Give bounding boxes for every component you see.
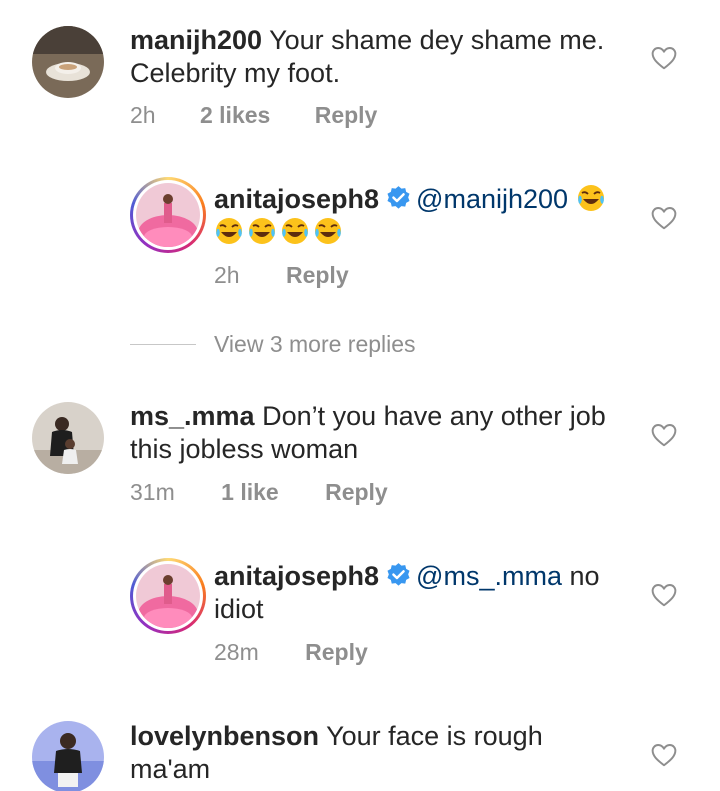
reply-button[interactable]: Reply [286,261,349,289]
timestamp: 2h [214,262,240,288]
comment-meta: 31m 1 like Reply [130,478,388,506]
story-ring-avatar[interactable] [130,558,206,634]
likes-count[interactable]: 2 likes [200,101,270,129]
view-more-replies[interactable]: View 3 more replies [130,330,416,358]
username[interactable]: manijh200 [130,25,262,55]
likes-count[interactable]: 1 like [221,478,279,506]
username[interactable]: anitajoseph8 [214,184,379,214]
like-heart-icon[interactable] [651,423,677,447]
comment-text: lovelynbenson Your face is rough ma'am [130,720,650,786]
view-more-replies-label[interactable]: View 3 more replies [214,331,416,358]
comment-text: anitajoseph8 @manijh200 [214,183,634,249]
comment-text: anitajoseph8 @ms_.mma no idiot [214,560,634,626]
timestamp: 2h [130,102,156,128]
mention-link[interactable]: @ms_.mma [416,561,562,591]
divider [130,343,196,345]
avatar[interactable] [32,402,104,474]
avatar[interactable] [32,721,104,791]
username[interactable]: lovelynbenson [130,721,319,751]
reply-button[interactable]: Reply [315,101,378,129]
reply-button[interactable]: Reply [325,478,388,506]
comment-body-line2: this jobless woman [130,434,359,464]
comment-text: ms_.mma Don’t you have any other job thi… [130,400,650,466]
like-heart-icon[interactable] [651,46,677,70]
comment-text: manijh200 Your shame dey shame me. Celeb… [130,24,650,90]
avatar[interactable] [32,26,104,98]
face-with-tears-of-joy-icon [214,216,244,246]
like-heart-icon[interactable] [651,743,677,767]
comment-meta: 28m Reply [214,638,368,666]
face-with-tears-of-joy-icon [247,216,277,246]
comment-meta: 2h 2 likes Reply [130,101,377,129]
face-with-tears-of-joy-icon [280,216,310,246]
face-with-tears-of-joy-icon [313,216,343,246]
story-ring-avatar[interactable] [130,177,206,253]
reply-button[interactable]: Reply [305,638,368,666]
comment-body-line1: Your face is rough [326,721,543,751]
like-heart-icon[interactable] [651,583,677,607]
mention-link[interactable]: @manijh200 [416,184,568,214]
timestamp: 28m [214,639,259,665]
comment-meta: 2h Reply [214,261,349,289]
comment-body-line2: Celebrity my foot. [130,58,341,88]
comment-body-line1: Your shame dey shame me. [269,25,605,55]
timestamp: 31m [130,479,175,505]
username[interactable]: ms_.mma [130,401,255,431]
face-with-tears-of-joy-icon [576,183,606,213]
comment-body-line1: Don’t you have any other job [262,401,606,431]
comment-body-line2: ma'am [130,754,211,784]
username[interactable]: anitajoseph8 [214,561,379,591]
verified-badge-icon [385,562,412,589]
like-heart-icon[interactable] [651,206,677,230]
comment-body-line2: idiot [214,594,264,624]
verified-badge-icon [385,185,412,212]
comment-body-line1: no [569,561,600,591]
